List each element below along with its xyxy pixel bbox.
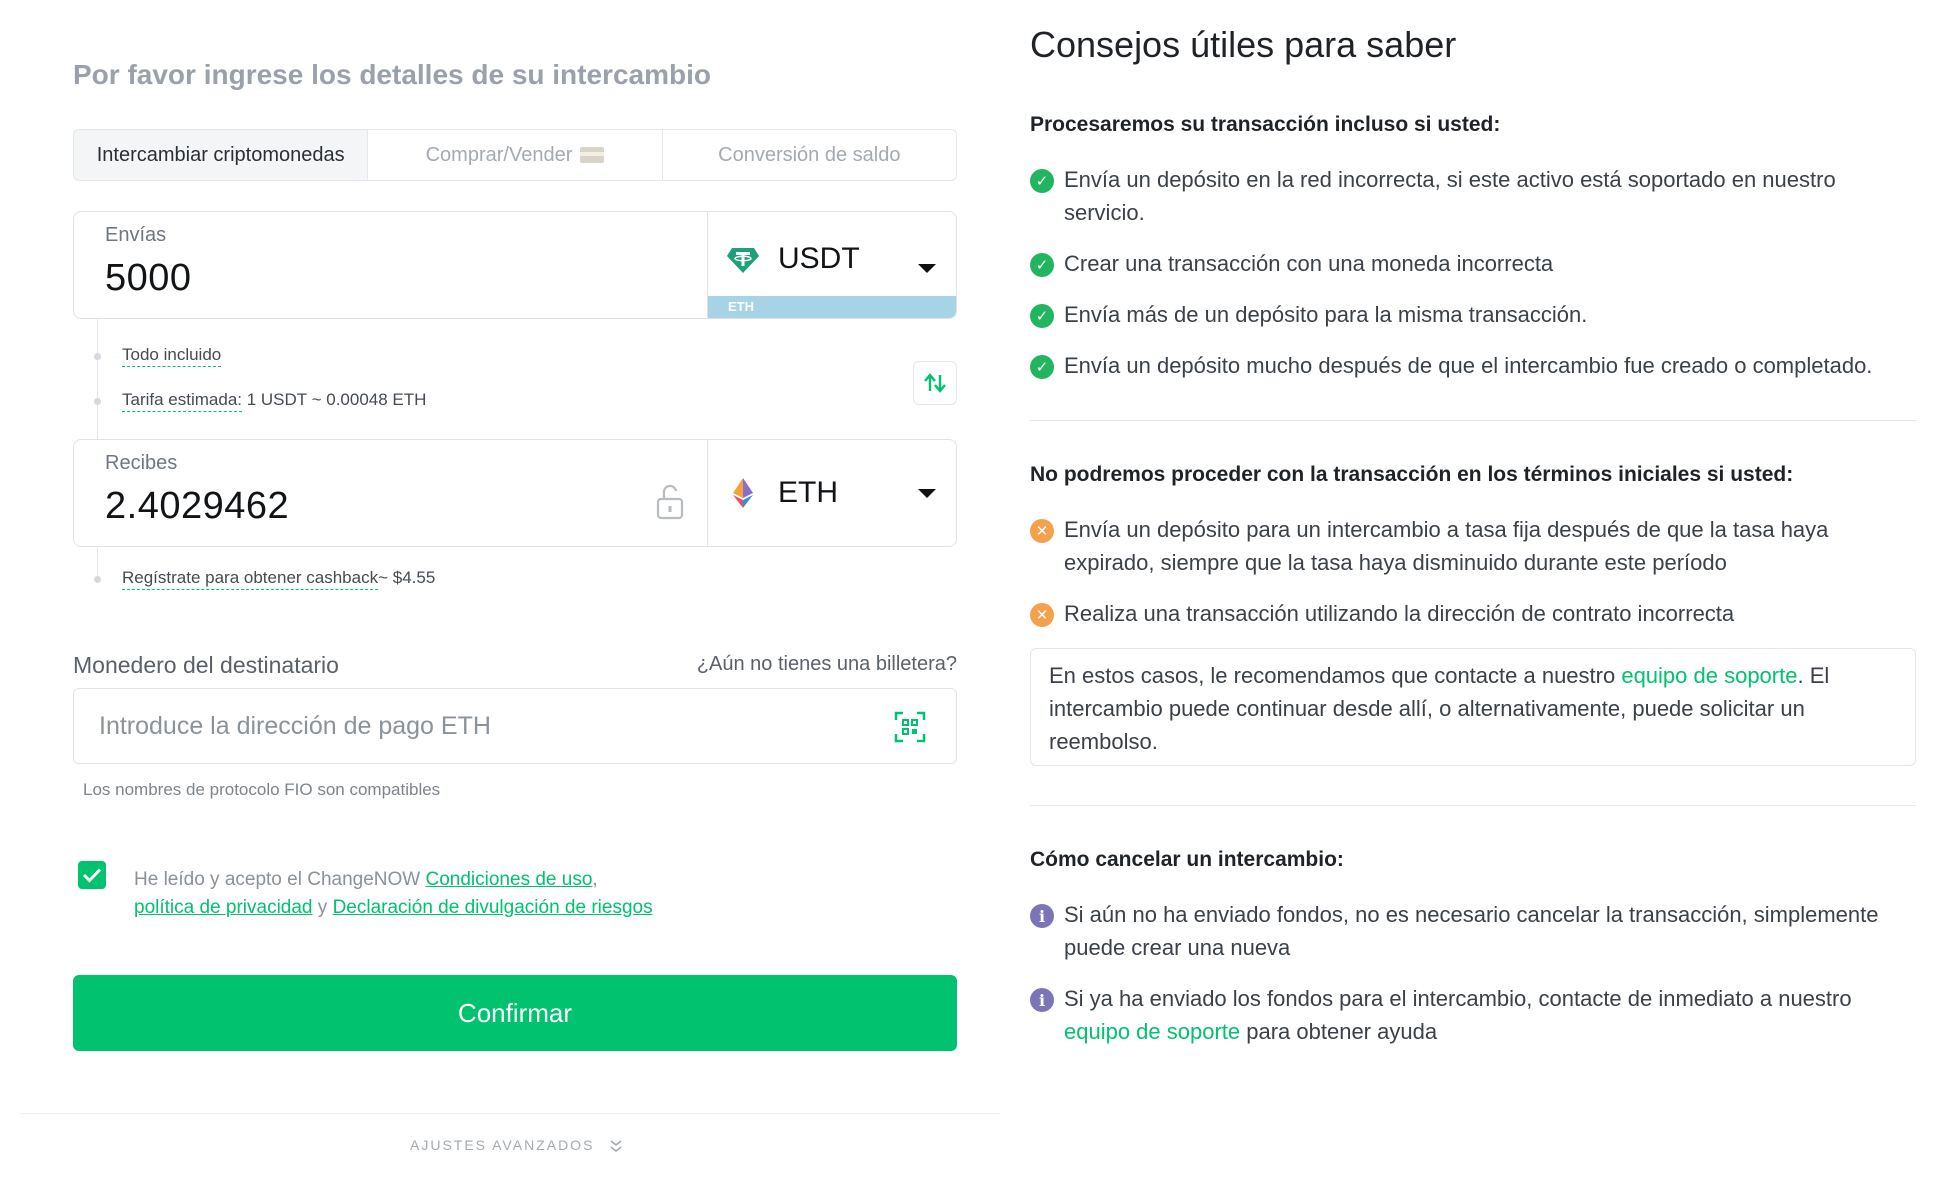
swap-currencies-button[interactable] bbox=[913, 361, 957, 405]
section-title: Cómo cancelar un intercambio: bbox=[1030, 848, 1344, 871]
caret-down-icon bbox=[918, 489, 936, 498]
cashback-link[interactable]: Regístrate para obtener cashback bbox=[122, 568, 379, 590]
tab-label: Comprar/Vender bbox=[425, 143, 573, 166]
check-circle-icon: ✓ bbox=[1030, 355, 1054, 379]
confirm-button[interactable]: Confirmar bbox=[73, 975, 957, 1051]
estimated-rate-value: 1 USDT ~ 0.00048 ETH bbox=[242, 390, 427, 409]
note-prefix: En estos casos, le recomendamos que cont… bbox=[1049, 663, 1622, 688]
tip-item: ✕ Realiza una transacción utilizando la … bbox=[1030, 597, 1916, 630]
advanced-settings-label: AJUSTES AVANZADOS bbox=[410, 1137, 595, 1153]
warning-circle-icon: ✕ bbox=[1030, 519, 1054, 543]
tip-text: Envía un depósito en la red incorrecta, … bbox=[1064, 167, 1836, 225]
tip-item: ✕ Envía un depósito para un intercambio … bbox=[1030, 513, 1916, 579]
support-team-link[interactable]: equipo de soporte bbox=[1064, 1019, 1240, 1044]
receive-amount-box: Recibes 2.4029462 ETH bbox=[73, 439, 957, 547]
all-included-link[interactable]: Todo incluido bbox=[122, 345, 222, 367]
timeline-line bbox=[97, 319, 98, 439]
tips-title: Consejos útiles para saber bbox=[1030, 24, 1457, 65]
send-label: Envías bbox=[105, 224, 167, 246]
tab-balance-conversion[interactable]: Conversión de saldo bbox=[662, 130, 956, 180]
tip-text: Si aún no ha enviado fondos, no es neces… bbox=[1064, 902, 1879, 960]
tip-text: Envía un depósito para un intercambio a … bbox=[1064, 517, 1829, 575]
terms-of-use-link[interactable]: Condiciones de uso bbox=[426, 869, 593, 890]
check-circle-icon: ✓ bbox=[1030, 304, 1054, 328]
network-badge: ETH bbox=[708, 296, 956, 318]
receive-currency-ticker: ETH bbox=[778, 476, 838, 509]
card-icon bbox=[580, 147, 605, 163]
divider bbox=[20, 1113, 1000, 1114]
terms-checkbox[interactable] bbox=[78, 861, 106, 889]
tip-item: i Si ya ha enviado los fondos para el in… bbox=[1030, 982, 1916, 1048]
no-wallet-link[interactable]: ¿Aún no tienes una billetera? bbox=[697, 653, 957, 676]
cashback-value: ~ $4.55 bbox=[378, 568, 436, 587]
terms-text: He leído y acepto el ChangeNOW Condicion… bbox=[134, 866, 653, 922]
tip-text-prefix: Si ya ha enviado los fondos para el inte… bbox=[1064, 986, 1852, 1011]
unlock-icon[interactable] bbox=[655, 484, 685, 520]
all-included-label: Todo incluido bbox=[122, 345, 222, 367]
receive-amount-value: 2.4029462 bbox=[105, 485, 290, 527]
privacy-policy-link[interactable]: política de privacidad bbox=[134, 897, 313, 918]
tip-item: ✓ Envía un depósito en la red incorrecta… bbox=[1030, 163, 1916, 229]
tab-exchange-crypto[interactable]: Intercambiar criptomonedas bbox=[74, 130, 369, 180]
timeline-dot bbox=[94, 353, 101, 360]
caret-down-icon bbox=[918, 264, 936, 273]
send-amount-field[interactable]: Envías 5000 bbox=[74, 212, 707, 318]
estimated-rate: Tarifa estimada: 1 USDT ~ 0.00048 ETH bbox=[122, 390, 427, 412]
tip-item: ✓ Envía más de un depósito para la misma… bbox=[1030, 298, 1916, 331]
timeline-dot bbox=[94, 398, 101, 405]
advanced-settings-toggle[interactable]: AJUSTES AVANZADOS bbox=[410, 1137, 622, 1153]
support-note: En estos casos, le recomendamos que cont… bbox=[1030, 648, 1916, 766]
fio-note: Los nombres de protocolo FIO son compati… bbox=[83, 780, 441, 799]
check-circle-icon: ✓ bbox=[1030, 169, 1054, 193]
tip-text-suffix: para obtener ayuda bbox=[1240, 1019, 1438, 1044]
terms-and: y bbox=[312, 897, 333, 918]
terms-comma: , bbox=[592, 869, 598, 890]
receive-label: Recibes bbox=[105, 452, 178, 474]
ethereum-icon bbox=[733, 478, 753, 508]
estimated-rate-label[interactable]: Tarifa estimada: bbox=[122, 390, 242, 412]
send-amount-box: Envías 5000 USDT ETH bbox=[73, 211, 957, 319]
info-circle-icon: i bbox=[1030, 904, 1054, 928]
chevrons-down-icon bbox=[610, 1140, 622, 1153]
exchange-tabs: Intercambiar criptomonedas Comprar/Vende… bbox=[73, 129, 957, 181]
tip-item: ✓ Envía un depósito mucho después de que… bbox=[1030, 349, 1916, 382]
receive-currency-select[interactable]: ETH bbox=[707, 440, 956, 546]
rate-info: Todo incluido Tarifa estimada: 1 USDT ~ … bbox=[73, 319, 957, 439]
tab-buy-sell[interactable]: Comprar/Vender bbox=[368, 130, 663, 180]
section-title: No podremos proceder con la transacción … bbox=[1030, 463, 1794, 486]
send-amount-input[interactable]: 5000 bbox=[105, 257, 707, 300]
form-title: Por favor ingrese los detalles de su int… bbox=[73, 59, 711, 90]
qr-scan-icon[interactable] bbox=[894, 711, 926, 743]
check-circle-icon: ✓ bbox=[1030, 253, 1054, 277]
tip-item: ✓ Crear una transacción con una moneda i… bbox=[1030, 247, 1916, 280]
divider bbox=[1030, 420, 1916, 421]
tip-text: Envía un depósito mucho después de que e… bbox=[1064, 353, 1873, 378]
section-title: Procesaremos su transacción incluso si u… bbox=[1030, 113, 1501, 136]
timeline-dot bbox=[94, 576, 101, 583]
cashback-info: Regístrate para obtener cashback~ $4.55 bbox=[122, 568, 436, 590]
tip-text: Envía más de un depósito para la misma t… bbox=[1064, 302, 1588, 327]
tether-icon bbox=[727, 248, 759, 273]
tip-text: Crear una transacción con una moneda inc… bbox=[1064, 251, 1554, 276]
tip-text: Realiza una transacción utilizando la di… bbox=[1064, 601, 1735, 626]
terms-prefix: He leído y acepto el ChangeNOW bbox=[134, 869, 426, 890]
tab-label: Conversión de saldo bbox=[718, 143, 901, 166]
risk-disclosure-link[interactable]: Declaración de divulgación de riesgos bbox=[333, 897, 653, 918]
divider bbox=[1030, 805, 1916, 806]
support-team-link[interactable]: equipo de soporte bbox=[1621, 663, 1797, 688]
tab-label: Intercambiar criptomonedas bbox=[96, 143, 345, 166]
send-currency-select[interactable]: USDT ETH bbox=[707, 212, 956, 318]
tip-item: i Si aún no ha enviado fondos, no es nec… bbox=[1030, 898, 1916, 964]
swap-icon bbox=[924, 373, 946, 393]
check-icon bbox=[82, 868, 102, 883]
wallet-address-input[interactable] bbox=[74, 689, 854, 763]
send-currency-ticker: USDT bbox=[778, 242, 860, 275]
wallet-label: Monedero del destinatario bbox=[73, 652, 339, 678]
info-circle-icon: i bbox=[1030, 988, 1054, 1012]
receive-amount-field[interactable]: Recibes 2.4029462 bbox=[74, 440, 707, 546]
wallet-address-box bbox=[73, 688, 957, 764]
warning-circle-icon: ✕ bbox=[1030, 603, 1054, 627]
